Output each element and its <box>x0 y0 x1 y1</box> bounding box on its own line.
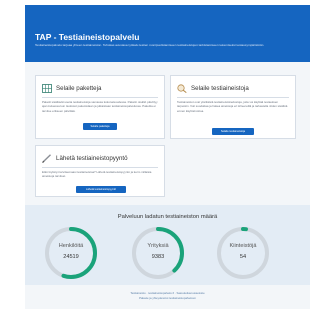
card-header: Lähetä testiaineistopyyntö <box>42 153 128 163</box>
gauge-ring <box>132 227 184 279</box>
page-frame: TAP - Testiaineistopalvelu Testiaineisto… <box>25 5 310 309</box>
card-title: Selaile testiaineistoja <box>191 84 249 92</box>
card-title: Selaile paketteja <box>56 84 102 92</box>
gauge-ring <box>217 227 269 279</box>
card-description: Etkö löytänyt tarvitsemaasi testiaineist… <box>42 170 152 179</box>
send-request-card: Lähetä testiaineistopyyntö Etkö löytänyt… <box>35 145 165 197</box>
card-title: Lähetä testiaineistopyyntö <box>56 154 128 162</box>
gauge-value: 54 <box>239 254 247 260</box>
browse-packages-button[interactable]: Selaile paketteja <box>83 123 117 130</box>
gauge-ring <box>45 227 97 279</box>
card-description: Testiaineistot ovat yksittäisiä testiain… <box>177 100 288 113</box>
hero-banner: TAP - Testiaineistopalvelu Testiaineisto… <box>25 5 310 62</box>
package-icon <box>42 83 52 93</box>
card-divider <box>177 97 289 98</box>
pencil-icon <box>42 153 51 163</box>
page-subtitle: Testiaineistopalvelu tarjoaa yhteen test… <box>35 43 265 47</box>
gauge-label: Kiinteistöjä <box>229 243 257 249</box>
card-description: Paketit sisältävät useita testiaineistoj… <box>42 100 158 113</box>
send-request-button[interactable]: Lähetä testiaineistopyyntö <box>76 186 126 193</box>
gauge-persons: Henkilöitä 24519 <box>43 225 99 281</box>
card-header: Selaile testiaineistoja <box>177 83 249 93</box>
card-divider <box>42 97 158 98</box>
gauge-label: Henkilöitä <box>58 243 84 249</box>
page-title: TAP - Testiaineistopalvelu <box>35 32 140 42</box>
statistics-title: Palveluun ladatun testiaineiston määrä <box>117 214 218 220</box>
gauge-companies: Yrityksiä 9383 <box>130 225 186 281</box>
browse-packages-card: Selaile paketteja Paketit sisältävät use… <box>35 75 165 139</box>
statistics-section: Palveluun ladatun testiaineiston määrä H… <box>25 205 310 285</box>
gauge-value: 9383 <box>151 254 165 260</box>
footer-links[interactable]: Testiaineisto · testiaineistopalvelu.fi … <box>25 291 310 295</box>
gauge-value: 24519 <box>63 254 79 260</box>
browse-data-button[interactable]: Selaile testiaineistoja <box>212 128 254 135</box>
search-data-icon <box>177 83 187 93</box>
gauge-properties: Kiinteistöjä 54 <box>215 225 271 281</box>
card-divider <box>42 167 158 168</box>
footer-feedback-link[interactable]: Palaute ja yhteydenotot testiaineistopal… <box>25 296 310 300</box>
browse-data-card: Selaile testiaineistoja Testiaineistot o… <box>170 75 296 139</box>
gauge-label: Yrityksiä <box>147 243 169 249</box>
card-header: Selaile paketteja <box>42 83 101 93</box>
